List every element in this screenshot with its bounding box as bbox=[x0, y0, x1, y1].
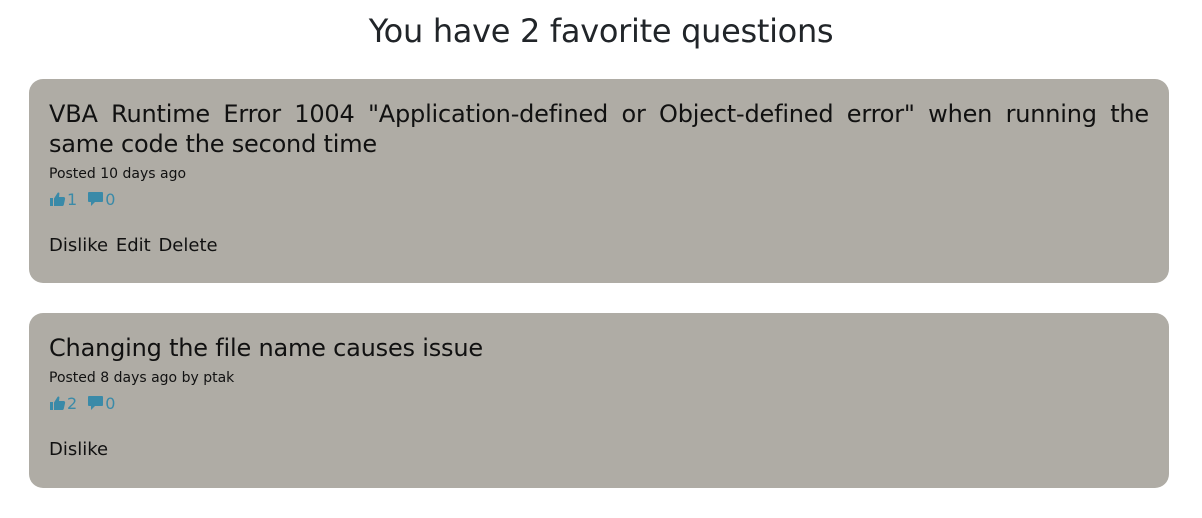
question-stats: 2 0 bbox=[49, 393, 1149, 413]
comment-icon bbox=[88, 396, 104, 410]
edit-button[interactable]: Edit bbox=[116, 235, 151, 256]
question-card: VBA Runtime Error 1004 "Application-defi… bbox=[29, 79, 1169, 283]
question-title-link[interactable]: Changing the file name causes issue bbox=[49, 333, 1149, 363]
like-stat[interactable]: 1 bbox=[49, 190, 77, 209]
comment-stat[interactable]: 0 bbox=[87, 394, 115, 413]
thumbs-up-icon bbox=[50, 192, 66, 206]
question-title-link[interactable]: VBA Runtime Error 1004 "Application-defi… bbox=[49, 99, 1149, 159]
like-count: 2 bbox=[67, 393, 78, 413]
question-actions: Dislike bbox=[49, 438, 1149, 462]
comment-count: 0 bbox=[105, 189, 116, 209]
delete-button[interactable]: Delete bbox=[158, 235, 217, 256]
thumbs-up-icon bbox=[50, 396, 66, 410]
question-actions: Dislike Edit Delete bbox=[49, 234, 1149, 258]
dislike-button[interactable]: Dislike bbox=[49, 439, 108, 460]
dislike-button[interactable]: Dislike bbox=[49, 235, 108, 256]
comment-count: 0 bbox=[105, 393, 116, 413]
page-title: You have 2 favorite questions bbox=[368, 12, 834, 50]
like-count: 1 bbox=[67, 189, 78, 209]
question-card: Changing the file name causes issue Post… bbox=[29, 313, 1169, 488]
question-stats: 1 0 bbox=[49, 189, 1149, 209]
like-stat[interactable]: 2 bbox=[49, 394, 77, 413]
comment-stat[interactable]: 0 bbox=[87, 190, 115, 209]
question-meta: Posted 8 days ago by ptak bbox=[49, 370, 235, 386]
question-list: VBA Runtime Error 1004 "Application-defi… bbox=[29, 79, 1169, 518]
question-meta: Posted 10 days ago bbox=[49, 166, 187, 182]
comment-icon bbox=[88, 192, 104, 206]
